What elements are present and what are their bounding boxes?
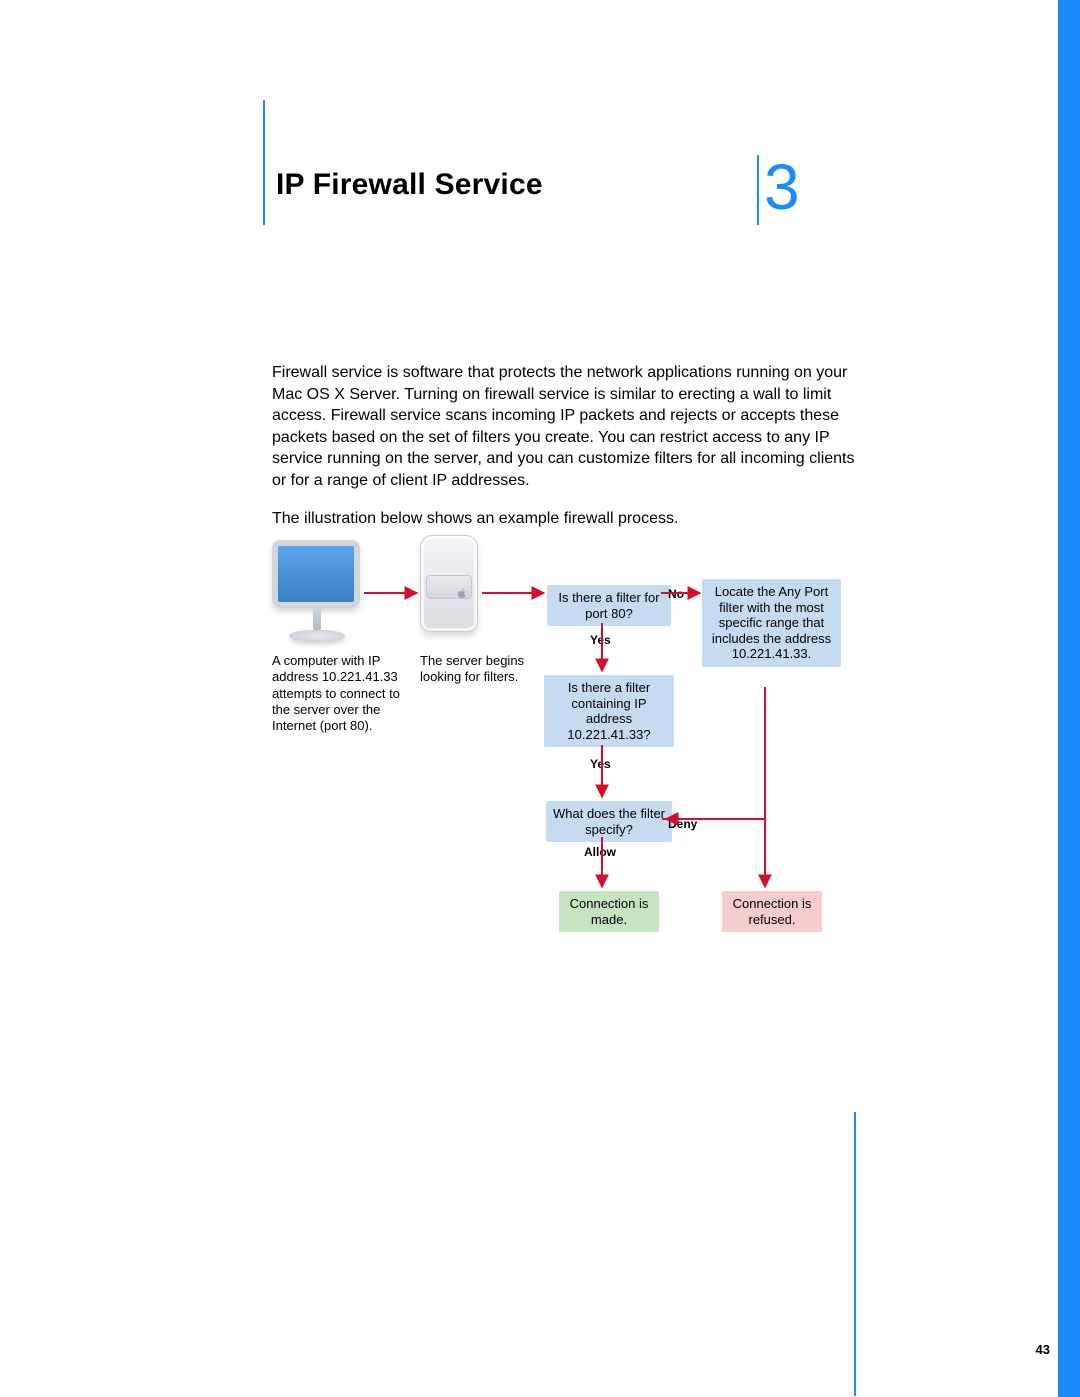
body-text: Firewall service is software that protec… [272, 362, 858, 545]
node-connection-refused: Connection is refused. [722, 891, 822, 932]
chapter-number-divider [757, 155, 759, 225]
edge-label-allow: Allow [584, 845, 616, 859]
edge-label-yes-1: Yes [590, 633, 611, 647]
server-tower-icon [420, 535, 480, 640]
paragraph-intro: Firewall service is software that protec… [272, 362, 858, 492]
client-computer-icon [272, 540, 362, 642]
edge-label-deny: Deny [668, 817, 697, 831]
edge-label-no: No [668, 587, 684, 601]
chapter-number: 3 [764, 150, 800, 224]
node-filter-specify: What does the filter specify? [546, 801, 672, 842]
paragraph-figure-lead: The illustration below shows an example … [272, 508, 858, 530]
page-edge-bar [1058, 0, 1080, 1397]
right-margin-rule [854, 1112, 856, 1396]
apple-logo-icon [456, 587, 468, 599]
chapter-title: IP Firewall Service [276, 168, 543, 202]
client-caption: A computer with IP address 10.221.41.33 … [272, 653, 417, 734]
firewall-flow-diagram: A computer with IP address 10.221.41.33 … [272, 535, 872, 965]
node-locate-anyport: Locate the Any Port filter with the most… [702, 579, 841, 667]
server-caption: The server begins looking for filters. [420, 653, 550, 686]
edge-label-yes-2: Yes [590, 757, 611, 771]
page: IP Firewall Service 3 Firewall service i… [0, 0, 1080, 1397]
node-filter-port80: Is there a filter for port 80? [547, 585, 671, 626]
title-divider [263, 100, 265, 225]
node-filter-ip: Is there a filter containing IP address … [544, 675, 674, 747]
page-number: 43 [1036, 1342, 1050, 1357]
node-connection-made: Connection is made. [559, 891, 659, 932]
